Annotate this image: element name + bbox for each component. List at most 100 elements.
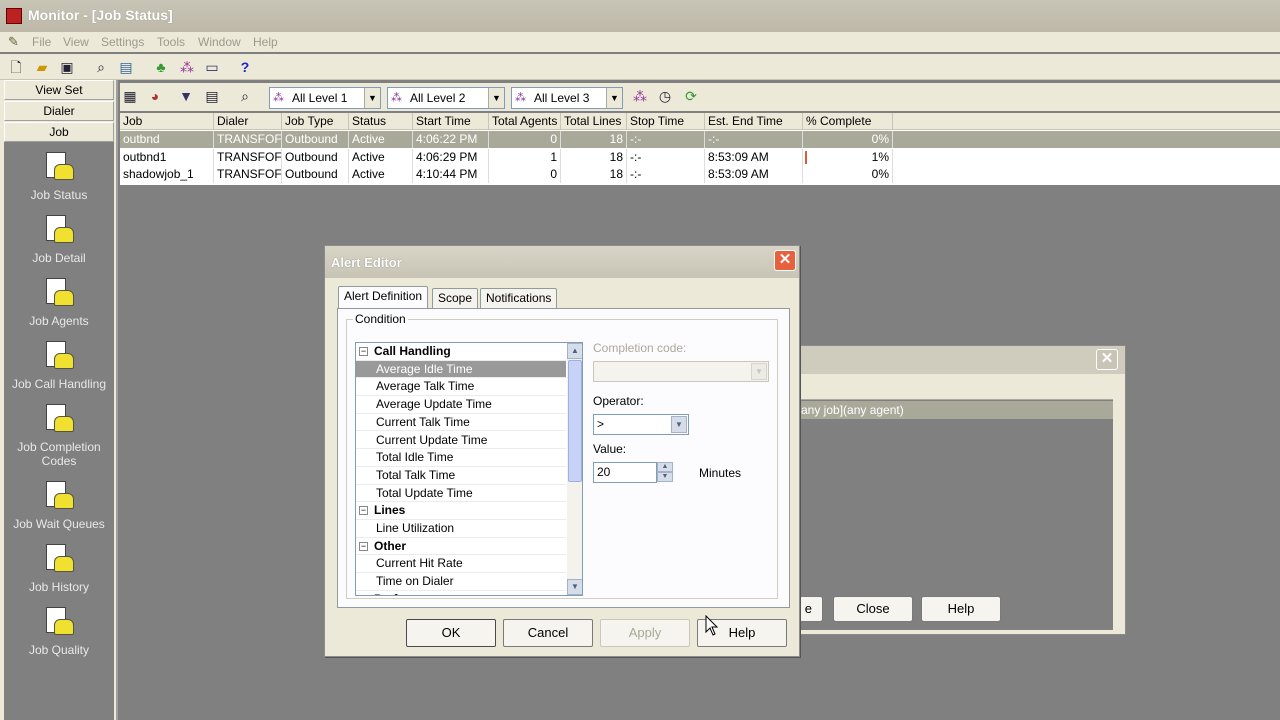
table-cell: 0% [803, 131, 893, 148]
hierarchy-icon[interactable]: ⁂ [177, 57, 197, 77]
list-view-icon[interactable]: ▤ [202, 86, 222, 106]
chevron-down-icon[interactable]: ▼ [488, 88, 504, 108]
collapse-icon[interactable]: − [359, 594, 368, 595]
tree-item[interactable]: Average Update Time [356, 396, 566, 414]
tree-item[interactable]: Total Update Time [356, 485, 566, 503]
column-header[interactable]: Start Time [413, 113, 489, 130]
column-header[interactable]: Total Lines [561, 113, 627, 130]
properties-icon[interactable]: ▤ [116, 57, 136, 77]
column-header[interactable]: Job [120, 113, 214, 130]
tree-item[interactable]: Time on Dialer [356, 573, 566, 591]
nav-item-job-completion-codes[interactable]: Job Completion Codes [4, 404, 114, 468]
nav-item-job-agents[interactable]: Job Agents [4, 278, 114, 328]
nav-item-job-status[interactable]: Job Status [4, 152, 114, 202]
tree-item[interactable]: Average Idle Time [356, 360, 566, 379]
menu-file[interactable]: File [32, 35, 51, 49]
collapse-icon[interactable]: − [359, 506, 368, 516]
scroll-thumb[interactable] [568, 360, 582, 482]
tree-item[interactable]: Current Update Time [356, 432, 566, 450]
chevron-down-icon[interactable]: ▼ [364, 88, 380, 108]
nav-header-job[interactable]: Job [4, 122, 114, 142]
column-header[interactable]: Stop Time [627, 113, 705, 130]
cancel-button[interactable]: Cancel [503, 619, 593, 647]
tree-group[interactable]: − Performance [356, 591, 566, 595]
column-header[interactable]: Est. End Time [705, 113, 803, 130]
nav-item-job-call-handling[interactable]: Job Call Handling [4, 341, 114, 391]
tree-item[interactable]: Total Idle Time [356, 449, 566, 467]
chevron-down-icon[interactable]: ▼ [606, 88, 622, 108]
condition-tree[interactable]: − Call Handling Average Idle Time Average T… [355, 342, 583, 596]
tab-scope[interactable]: Scope [432, 288, 479, 308]
background-dialog-titlebar [761, 346, 1125, 374]
column-header[interactable]: Job Type [282, 113, 349, 130]
menu-window[interactable]: Window [198, 35, 241, 49]
close-icon[interactable]: ✕ [1096, 349, 1118, 370]
tree-item[interactable]: Line Utilization [356, 520, 566, 538]
nav-header-dialer[interactable]: Dialer [4, 101, 114, 121]
table-cell: 0 [489, 131, 561, 148]
column-header[interactable]: Total Agents [489, 113, 561, 130]
operator-select[interactable]: > ▼ [593, 414, 689, 435]
help-button[interactable]: Help [921, 596, 1001, 622]
tree-group[interactable]: − Lines [356, 502, 566, 520]
column-header[interactable]: Status [349, 113, 413, 130]
table-cell: -:- [705, 131, 803, 148]
tree-item[interactable]: Current Talk Time [356, 414, 566, 432]
mdi-system-icon[interactable]: ✎ [8, 34, 24, 50]
operator-label: Operator: [593, 394, 644, 408]
pie-chart-icon[interactable]: ◕ [145, 86, 165, 106]
level2-filter-select[interactable]: ⁂ All Level 2 ▼ [387, 87, 505, 109]
filter-icon[interactable]: ▼ [176, 86, 196, 106]
menu-view[interactable]: View [63, 35, 89, 49]
level1-filter-select[interactable]: ⁂ All Level 1 ▼ [269, 87, 381, 109]
help-icon[interactable]: ? [235, 57, 255, 77]
tree-group[interactable]: − Call Handling [356, 343, 566, 361]
save-icon[interactable]: ▣ [57, 57, 77, 77]
level3-filter-select[interactable]: ⁂ All Level 3 ▼ [511, 87, 623, 109]
column-header[interactable]: % Complete [803, 113, 893, 130]
table-cell: 8:53:09 AM [705, 166, 803, 183]
job-grid: Job Dialer Job Type Status Start Time To… [120, 113, 1280, 185]
nav-header-view-set[interactable]: View Set [4, 80, 114, 100]
tree-item[interactable]: Total Talk Time [356, 467, 566, 485]
column-header[interactable]: Dialer [214, 113, 282, 130]
menu-help[interactable]: Help [253, 35, 278, 49]
menu-settings[interactable]: Settings [101, 35, 144, 49]
close-button[interactable]: Close [833, 596, 913, 622]
new-file-icon[interactable]: 🗋 [6, 57, 26, 77]
tree-scrollbar[interactable]: ▲ ▼ [567, 343, 582, 595]
refresh-icon[interactable]: ⟳ [681, 86, 701, 106]
collapse-icon[interactable]: − [359, 541, 368, 551]
spin-up-icon[interactable]: ▲ [657, 462, 673, 472]
clock-icon[interactable]: ◷ [655, 86, 675, 106]
value-input[interactable]: 20 [593, 462, 657, 483]
monitor-icon[interactable]: ▭ [202, 57, 222, 77]
open-folder-icon[interactable]: ▰ [32, 57, 52, 77]
tab-notifications[interactable]: Notifications [480, 288, 558, 308]
nav-item-job-detail[interactable]: Job Detail [4, 215, 114, 265]
table-cell: Active [349, 131, 413, 148]
tree-item[interactable]: Current Hit Rate [356, 555, 566, 574]
find-binoculars-icon[interactable]: ⌕ [235, 86, 255, 106]
tree-icon[interactable]: ♣ [151, 57, 171, 77]
nav-item-job-wait-queues[interactable]: Job Wait Queues [4, 481, 114, 531]
tree-item[interactable]: Average Talk Time [356, 378, 566, 397]
ok-button[interactable]: OK [406, 619, 496, 647]
spin-down-icon[interactable]: ▼ [657, 472, 673, 482]
collapse-icon[interactable]: − [359, 347, 368, 356]
close-icon[interactable]: ✕ [774, 250, 796, 271]
grid-columns-icon[interactable]: ▦ [120, 86, 140, 106]
nav-item-job-history[interactable]: Job History [4, 544, 114, 594]
alert-row[interactable]: any job](any agent) [801, 401, 1113, 419]
menu-tools[interactable]: Tools [157, 35, 185, 49]
scroll-up-icon[interactable]: ▲ [567, 343, 582, 359]
apply-button[interactable]: Apply [600, 619, 690, 647]
binoculars-icon[interactable]: ⌕ [91, 57, 111, 77]
chevron-down-icon[interactable]: ▼ [671, 416, 687, 433]
hierarchy-icon[interactable]: ⁂ [630, 86, 650, 106]
grid-toolbar: ▦ ◕ ▼ ▤ ⌕ ⁂ All Level 1 ▼ ⁂ All Level 2 … [120, 83, 1280, 111]
scroll-down-icon[interactable]: ▼ [567, 579, 582, 595]
tree-group[interactable]: − Other [356, 538, 566, 556]
tab-alert-definition[interactable]: Alert Definition [338, 286, 429, 309]
nav-item-job-quality[interactable]: Job Quality [4, 607, 114, 657]
